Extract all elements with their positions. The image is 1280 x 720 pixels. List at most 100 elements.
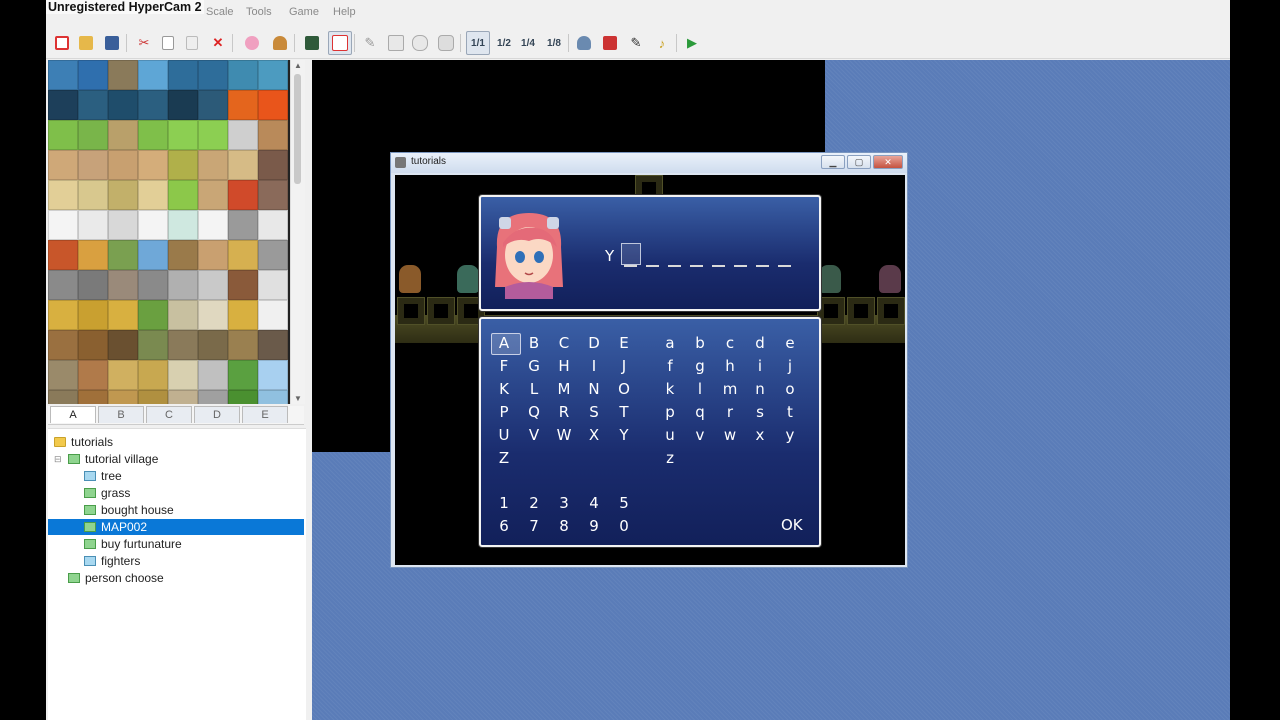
digit-key-0[interactable]: 0 [611,516,637,536]
sound-test-icon[interactable]: ♪ [650,31,674,55]
tree-node-map002[interactable]: MAP002 [48,519,304,535]
tile[interactable] [228,60,258,90]
digit-key-7[interactable]: 7 [521,516,547,536]
tile[interactable] [108,390,138,404]
char-key-E[interactable]: E [611,333,637,353]
char-key-i[interactable]: i [747,356,773,376]
tab-e[interactable]: E [242,406,288,423]
tile[interactable] [78,300,108,330]
tile[interactable] [168,90,198,120]
char-key-T[interactable]: T [611,402,637,422]
tile[interactable] [108,180,138,210]
tree-root[interactable]: tutorials [54,434,113,450]
tab-d[interactable]: D [194,406,240,423]
tile[interactable] [168,150,198,180]
rectangle-icon[interactable] [384,31,408,55]
char-key-Q[interactable]: Q [521,402,547,422]
tile[interactable] [258,360,288,390]
tile[interactable] [258,390,288,404]
tile[interactable] [48,390,78,404]
char-key-V[interactable]: V [521,425,547,445]
tile[interactable] [258,120,288,150]
tile[interactable] [168,330,198,360]
tree-node-fighters[interactable]: fighters [84,553,140,569]
minimize-button[interactable]: ▁ [821,155,845,169]
tile[interactable] [138,180,168,210]
tileset-palette[interactable] [48,60,290,404]
save-icon[interactable] [100,31,124,55]
tile[interactable] [138,300,168,330]
database-icon[interactable] [572,31,596,55]
scroll-thumb[interactable] [294,74,301,184]
tile[interactable] [228,270,258,300]
char-key-b[interactable]: b [687,333,713,353]
char-key-a[interactable]: a [657,333,683,353]
tile[interactable] [48,150,78,180]
tile[interactable] [198,150,228,180]
tile[interactable] [198,60,228,90]
tile[interactable] [168,120,198,150]
tile[interactable] [198,390,228,404]
tile[interactable] [48,60,78,90]
char-key-v[interactable]: v [687,425,713,445]
game-window-titlebar[interactable]: tutorials ▁ ▢ ✕ [391,153,907,173]
menu-game[interactable]: Game [289,6,319,18]
tree-node-person-choose[interactable]: person choose [68,570,164,586]
tree-node-grass[interactable]: grass [84,485,130,501]
tile[interactable] [198,360,228,390]
char-key-w[interactable]: w [717,425,743,445]
char-key-f[interactable]: f [657,356,683,376]
script-editor-icon[interactable]: ✎ [624,31,648,55]
tile[interactable] [108,120,138,150]
char-key-I[interactable]: I [581,356,607,376]
tile[interactable] [108,210,138,240]
tile[interactable] [138,120,168,150]
char-key-c[interactable]: c [717,333,743,353]
undo-icon[interactable] [240,31,264,55]
digit-key-1[interactable]: 1 [491,493,517,513]
tile[interactable] [228,90,258,120]
tile[interactable] [138,90,168,120]
tile[interactable] [228,360,258,390]
layer-map-icon[interactable] [300,31,324,55]
tile[interactable] [168,240,198,270]
char-key-J[interactable]: J [611,356,637,376]
tile[interactable] [228,180,258,210]
menu-help[interactable]: Help [333,6,356,18]
zoom-1-2-icon[interactable]: 1/2 [492,31,516,55]
character-icon[interactable] [268,31,292,55]
tree-node-tutorial-village[interactable]: tutorial village [68,451,158,467]
tile[interactable] [198,120,228,150]
tile[interactable] [228,150,258,180]
char-key-Y[interactable]: Y [611,425,637,445]
tile[interactable] [168,390,198,404]
tab-c[interactable]: C [146,406,192,423]
tile[interactable] [138,360,168,390]
char-key-g[interactable]: g [687,356,713,376]
char-key-o[interactable]: o [777,379,803,399]
tileset-scrollbar[interactable]: ▲ ▼ [290,60,305,404]
tile[interactable] [78,390,108,404]
tile[interactable] [168,60,198,90]
tile[interactable] [138,330,168,360]
tile[interactable] [48,240,78,270]
tile[interactable] [108,270,138,300]
char-key-p[interactable]: p [657,402,683,422]
tile[interactable] [228,210,258,240]
close-button[interactable]: ✕ [873,155,903,169]
tile[interactable] [198,330,228,360]
tile[interactable] [78,150,108,180]
tile[interactable] [168,210,198,240]
tile[interactable] [258,240,288,270]
char-key-X[interactable]: X [581,425,607,445]
game-screen[interactable]: Y ABCDEFGHIJKLMNOPQRSTUVWXYZabcdefghijkl… [395,175,905,565]
tree-node-bought-house[interactable]: bought house [84,502,174,518]
copy-icon[interactable] [156,31,180,55]
char-key-Z[interactable]: Z [491,448,517,468]
tile[interactable] [48,90,78,120]
tile[interactable] [138,270,168,300]
tab-a[interactable]: A [50,406,96,423]
tile[interactable] [78,360,108,390]
tile[interactable] [48,120,78,150]
tree-node-buy-furtunature[interactable]: buy furtunature [84,536,182,552]
